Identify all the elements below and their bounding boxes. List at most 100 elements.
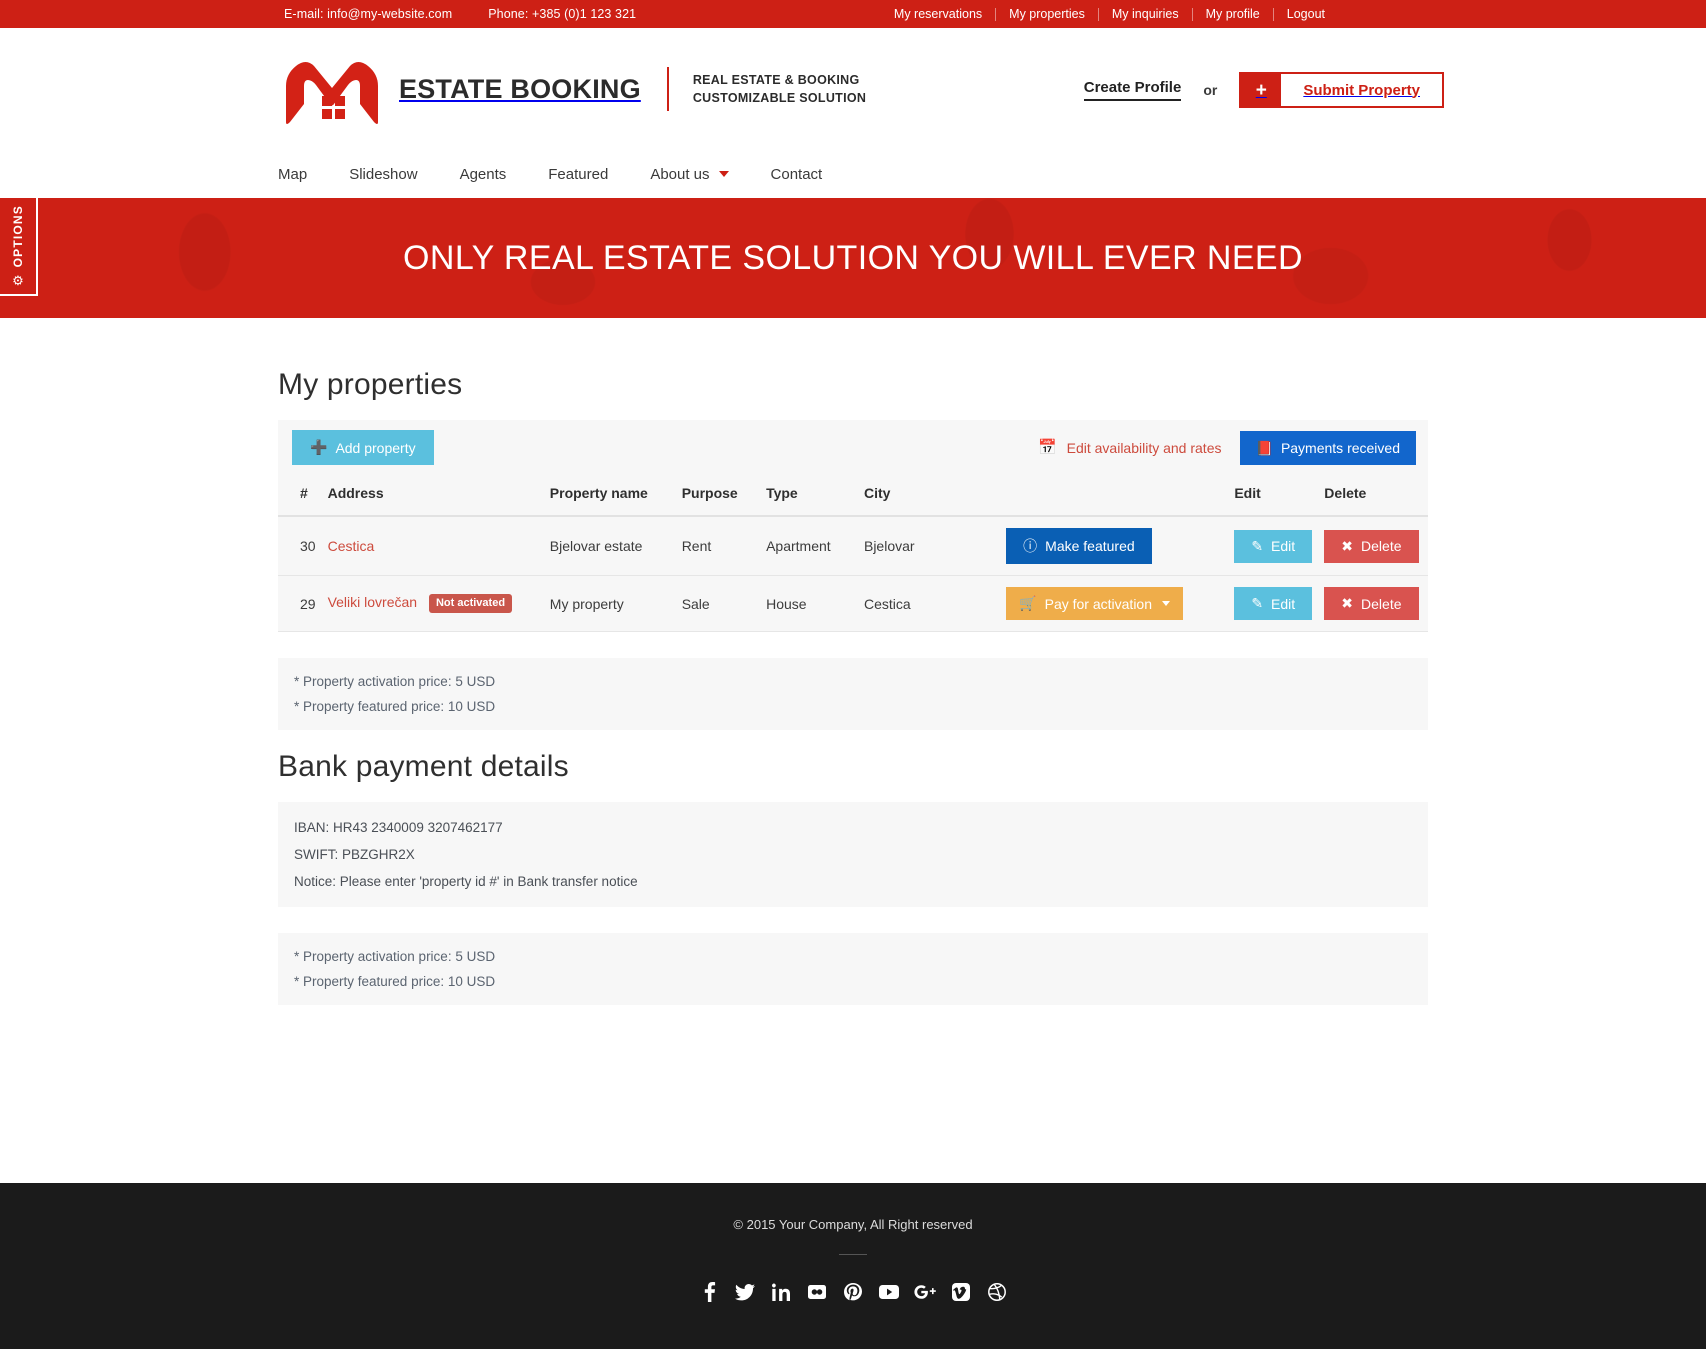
brand-tagline: REAL ESTATE & BOOKING CUSTOMIZABLE SOLUT… [693, 71, 866, 107]
pinterest-icon[interactable] [835, 1277, 871, 1307]
tagline-line-1: REAL ESTATE & BOOKING [692, 73, 860, 87]
copyright-text: © 2015 Your Company, All Right reserved [733, 1217, 973, 1232]
price-notes-bottom: * Property activation price: 5 USD * Pro… [278, 933, 1428, 1005]
toolbar-right-group: 📅 Edit availability and rates 📕 Payments… [1038, 430, 1416, 465]
bank-details-panel: IBAN: HR43 2340009 3207462177 SWIFT: PBZ… [278, 802, 1428, 907]
nav-label: Map [278, 165, 308, 183]
bank-notice: Notice: Please enter 'property id #' in … [294, 874, 638, 889]
note-featured-price: * Property featured price: 10 USD [294, 699, 496, 714]
pencil-icon: ✎ [1251, 537, 1264, 554]
cell-city: Bjelovar [857, 516, 1001, 576]
options-side-tab[interactable]: OPTIONS ⚙ [0, 196, 38, 296]
delete-label: Delete [1361, 595, 1402, 612]
delete-button[interactable]: ✖ Delete [1324, 529, 1419, 563]
linkedin-icon[interactable] [763, 1277, 799, 1307]
contact-info: E-mail: info@my-website.com Phone: +385 … [284, 7, 636, 21]
note-activation-price: * Property activation price: 5 USD [294, 949, 496, 964]
cell-edit: ✎ Edit [1228, 575, 1319, 632]
table-row: 29 Veliki lovrečan Not activated My prop… [278, 575, 1428, 632]
vimeo-icon[interactable] [943, 1277, 979, 1307]
site-footer: © 2015 Your Company, All Right reserved [0, 1183, 1706, 1349]
nav-label: Agents [459, 165, 507, 183]
cell-edit: ✎ Edit [1228, 516, 1319, 576]
or-label: or [1203, 82, 1218, 98]
properties-table: # Address Property name Purpose Type Cit… [278, 475, 1428, 632]
address-link[interactable]: Cestica [328, 538, 375, 554]
bank-iban: IBAN: HR43 2340009 3207462177 [294, 820, 503, 835]
nav-item-map[interactable]: Map [278, 166, 307, 183]
options-tab-label: OPTIONS [11, 205, 25, 268]
price-notes-top: * Property activation price: 5 USD * Pro… [278, 658, 1428, 730]
social-links [0, 1277, 1706, 1307]
phone-label: Phone: +385 (0)1 123 321 [488, 7, 637, 21]
nav-item-slideshow[interactable]: Slideshow [349, 166, 417, 183]
payments-received-button[interactable]: 📕 Payments received [1239, 430, 1416, 465]
nav-item-agents[interactable]: Agents [460, 166, 507, 183]
bank-payment-title: Bank payment details [278, 750, 569, 783]
link-logout[interactable]: Logout [1274, 7, 1325, 21]
edit-button[interactable]: ✎ Edit [1234, 587, 1313, 620]
cell-delete: ✖ Delete [1318, 516, 1428, 576]
cell-address: Veliki lovrečan Not activated [321, 575, 544, 632]
google-plus-icon[interactable] [907, 1277, 943, 1307]
link-my-profile[interactable]: My profile [1193, 7, 1274, 21]
address-link[interactable]: Veliki lovrečan [328, 594, 418, 610]
column-header-edit: Edit [1228, 475, 1319, 517]
submit-property-button[interactable]: + Submit Property [1239, 72, 1444, 108]
hero-banner: ONLY REAL ESTATE SOLUTION YOU WILL EVER … [0, 198, 1706, 318]
make-featured-button[interactable]: ⓘ Make featured [1006, 528, 1152, 564]
edit-label: Edit [1271, 595, 1296, 612]
edit-label: Edit [1271, 538, 1296, 554]
nav-label: Featured [548, 165, 609, 183]
nav-label: Slideshow [349, 165, 418, 183]
cell-purpose: Sale [675, 575, 761, 632]
house-w-logo-icon [278, 52, 386, 126]
column-header-address: Address [321, 475, 544, 517]
facebook-icon[interactable] [691, 1277, 727, 1307]
column-header-purpose: Purpose [675, 475, 761, 517]
column-header-city: City [857, 475, 1001, 517]
youtube-icon[interactable] [871, 1277, 907, 1307]
hero-title: ONLY REAL ESTATE SOLUTION YOU WILL EVER … [403, 238, 1303, 277]
link-my-reservations[interactable]: My reservations [881, 7, 997, 21]
cart-icon: 🛒 [1019, 595, 1037, 611]
properties-toolbar: ➕ Add property 📅 Edit availability and r… [278, 420, 1428, 475]
calendar-icon: 📅 [1037, 439, 1057, 456]
edit-button[interactable]: ✎ Edit [1234, 529, 1313, 563]
column-header-type: Type [760, 475, 858, 517]
nav-item-about-us[interactable]: About us [650, 165, 729, 183]
column-header-action [1000, 475, 1229, 517]
link-my-properties[interactable]: My properties [996, 7, 1099, 21]
dribbble-icon[interactable] [979, 1277, 1015, 1307]
table-body: 30 Cestica Bjelovar estate Rent Apartmen… [278, 516, 1428, 632]
table-header-row: # Address Property name Purpose Type Cit… [278, 475, 1428, 517]
brand-name: ESTATE BOOKING [399, 73, 641, 104]
payments-received-label: Payments received [1280, 439, 1400, 456]
create-profile-link[interactable]: Create Profile [1083, 79, 1182, 101]
edit-availability-link[interactable]: 📅 Edit availability and rates [1038, 440, 1222, 456]
nav-label: About us [650, 165, 710, 183]
logo-link[interactable]: ESTATE BOOKING [278, 52, 641, 126]
pencil-icon: ✎ [1251, 595, 1264, 611]
properties-panel: ➕ Add property 📅 Edit availability and r… [278, 420, 1428, 632]
twitter-icon[interactable] [727, 1277, 763, 1307]
cell-address: Cestica [321, 516, 544, 576]
delete-button[interactable]: ✖ Delete [1324, 587, 1419, 620]
column-header-num: # [278, 475, 322, 517]
gear-icon: ⚙ [12, 272, 24, 288]
nav-item-featured[interactable]: Featured [548, 166, 608, 183]
link-my-inquiries[interactable]: My inquiries [1099, 7, 1193, 21]
footer-divider [839, 1254, 867, 1255]
logo-divider [666, 67, 669, 111]
pay-for-activation-dropdown[interactable]: 🛒 Pay for activation [1006, 587, 1183, 620]
cell-num: 29 [278, 575, 322, 632]
plus-icon: + [1241, 74, 1282, 106]
info-circle-icon: ⓘ [1023, 538, 1038, 554]
cell-delete: ✖ Delete [1318, 575, 1428, 632]
cell-city: Cestica [857, 575, 1001, 632]
add-property-button[interactable]: ➕ Add property [292, 430, 434, 465]
submit-property-label: Submit Property [1281, 74, 1442, 106]
flickr-icon[interactable] [799, 1277, 835, 1307]
nav-item-contact[interactable]: Contact [771, 166, 823, 183]
plus-icon: ➕ [310, 439, 328, 455]
